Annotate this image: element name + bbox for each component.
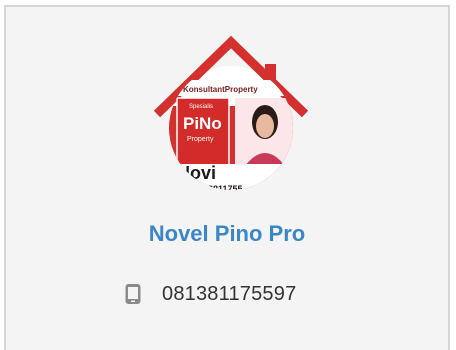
- phone-number: 081381175597: [162, 282, 297, 305]
- logo-badge-word: PiNo: [183, 114, 222, 133]
- agent-logo: KonsultantProperty Spesialis PiNo Proper…: [153, 35, 309, 193]
- svg-text:Property: Property: [187, 136, 214, 143]
- logo-header-text: KonsultantProperty: [183, 85, 258, 94]
- mobile-phone-icon: [125, 284, 141, 304]
- svg-text:Spesialis: Spesialis: [189, 104, 213, 110]
- agent-card: KonsultantProperty Spesialis PiNo Proper…: [4, 5, 450, 350]
- logo-agent-name: Novi: [177, 163, 216, 183]
- agent-name-link[interactable]: Novel Pino Pro: [6, 221, 448, 247]
- phone-row[interactable]: 081381175597: [124, 281, 296, 307]
- logo-agent-phone: Hub 0813811755: [173, 184, 243, 193]
